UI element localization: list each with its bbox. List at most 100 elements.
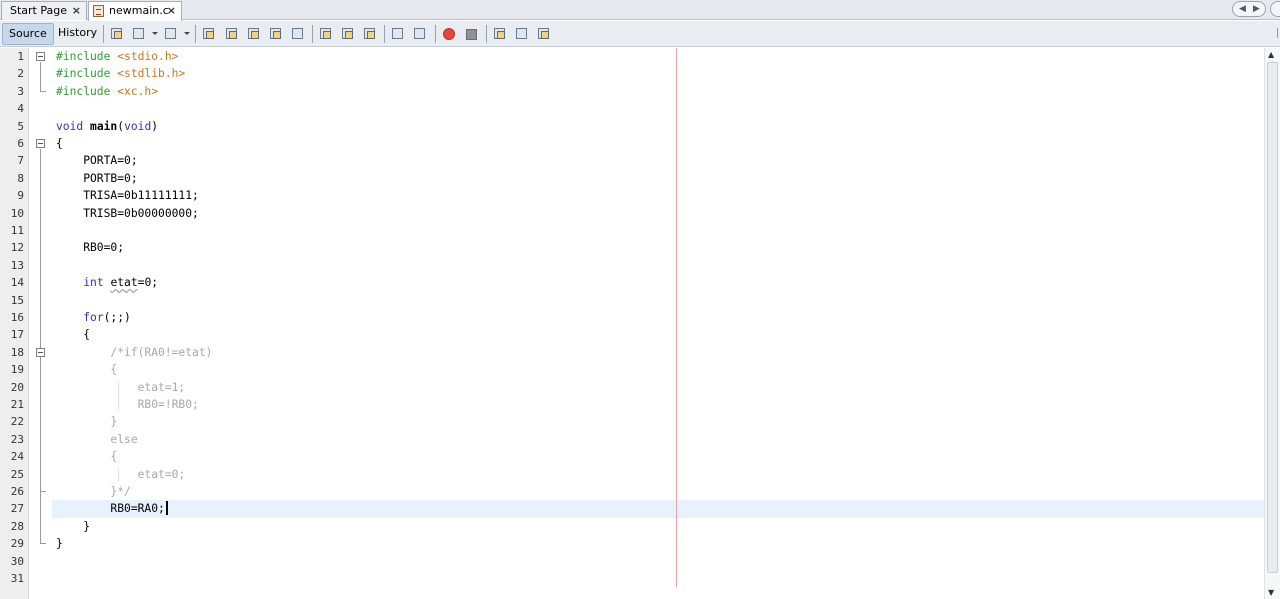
code-line[interactable]: { — [56, 448, 117, 465]
code-token: /*if(RA0!=etat) — [56, 345, 213, 359]
last-edit-icon[interactable] — [109, 26, 125, 42]
current-line-highlight — [52, 500, 1264, 518]
fold-toggle-icon[interactable] — [36, 52, 45, 61]
line-number: 14 — [10, 276, 24, 290]
code-line[interactable]: #include <xc.h> — [56, 83, 158, 100]
code-line[interactable]: void main(void) — [56, 118, 158, 135]
code-token: <stdio.h> — [117, 50, 179, 63]
code-token: etat=1; — [56, 380, 186, 394]
code-token: <xc.h> — [117, 84, 159, 98]
code-token: { — [56, 328, 91, 342]
code-line[interactable]: RB0=RA0; — [56, 500, 168, 517]
tab-label: Start Page — [10, 4, 67, 17]
source-tab[interactable]: Source — [2, 23, 54, 45]
code-line[interactable]: } — [56, 518, 90, 535]
toolbar-separator — [486, 25, 487, 43]
tab-scroll-left-icon[interactable]: ◀ — [1239, 4, 1246, 14]
previous-bookmark-icon[interactable] — [318, 26, 334, 42]
line-number: 30 — [10, 554, 24, 568]
shift-right-icon[interactable] — [412, 26, 428, 42]
tab-start-page[interactable]: Start Page × — [1, 1, 87, 20]
code-token: TRISA=0b11111111; — [56, 189, 199, 203]
code-line[interactable]: { — [56, 326, 90, 343]
code-token: int — [83, 276, 104, 290]
code-line[interactable]: } — [56, 413, 117, 430]
code-line[interactable]: } — [56, 535, 63, 552]
code-line[interactable]: int etat=0; — [56, 274, 158, 291]
line-number: 1 — [17, 50, 24, 63]
code-token: PORTB=0; — [56, 171, 138, 185]
toggle-rectangular-selection-icon[interactable] — [290, 26, 306, 42]
code-line[interactable]: TRISB=0b00000000; — [56, 205, 199, 222]
start-macro-recording-icon[interactable] — [443, 28, 455, 40]
fold-range-line — [40, 357, 41, 491]
forward-dropdown-icon[interactable] — [184, 32, 190, 35]
tab-scroll-right-icon[interactable]: ▶ — [1253, 4, 1260, 14]
code-line[interactable]: etat=0; — [56, 466, 186, 483]
forward-icon[interactable] — [163, 26, 179, 42]
shift-left-icon[interactable] — [390, 26, 406, 42]
line-number: 13 — [10, 258, 24, 272]
find-next-icon[interactable] — [246, 26, 262, 42]
code-line[interactable]: { — [56, 361, 117, 378]
code-line[interactable]: TRISA=0b11111111; — [56, 187, 199, 204]
code-line[interactable]: for(;;) — [56, 309, 131, 326]
line-number: 25 — [10, 467, 24, 481]
c-file-icon — [93, 5, 104, 17]
back-icon[interactable] — [131, 26, 147, 42]
line-number: 6 — [17, 137, 24, 150]
next-bookmark-icon[interactable] — [340, 26, 356, 42]
code-line[interactable]: { — [56, 135, 63, 152]
code-line[interactable]: #include <stdio.h> — [56, 48, 178, 65]
tab-close-icon[interactable]: × — [167, 2, 176, 19]
code-token: ) — [151, 119, 159, 133]
diff-icon[interactable] — [536, 26, 552, 42]
code-line[interactable]: }*/ — [56, 483, 130, 500]
scroll-up-icon[interactable]: ▲ — [1268, 50, 1274, 59]
code-line[interactable]: RB0=!RB0; — [56, 396, 199, 413]
scroll-down-icon[interactable]: ▼ — [1268, 588, 1274, 597]
code-token: } — [56, 537, 63, 551]
code-token: TRISB=0b00000000; — [56, 206, 199, 220]
code-folding-margin — [29, 48, 51, 599]
vertical-scrollbar[interactable]: ▲ ▼ — [1264, 48, 1280, 599]
code-line[interactable]: else — [56, 431, 137, 448]
code-token: (;;) — [103, 311, 131, 324]
code-token: { — [56, 363, 118, 377]
tab-newmain-c[interactable]: newmain.c × — [88, 1, 182, 21]
tab-close-icon[interactable]: × — [72, 2, 81, 19]
toolbar-separator — [435, 25, 436, 43]
tab-scroll-buttons[interactable]: ◀ ▶ — [1232, 1, 1266, 17]
line-number: 17 — [10, 328, 24, 342]
code-line[interactable]: PORTA=0; — [56, 152, 137, 169]
code-line[interactable]: etat=1; — [56, 379, 186, 396]
fold-toggle-icon[interactable] — [36, 139, 45, 148]
line-number: 5 — [17, 119, 24, 133]
code-line[interactable]: #include <stdlib.h> — [56, 65, 185, 82]
fold-toggle-icon[interactable] — [36, 347, 45, 357]
code-token: { — [56, 450, 118, 464]
code-token: main — [90, 119, 118, 133]
find-selection-icon[interactable] — [201, 26, 217, 42]
comment-icon[interactable] — [492, 26, 508, 42]
code-editor[interactable]: 1 2 3 4 5 6 7 8 9 10 11 12 13 14 15 16 17 18 19 20 21 22 23 24 2… — [0, 48, 1280, 599]
code-line[interactable]: PORTB=0; — [56, 170, 138, 187]
line-number: 12 — [10, 241, 24, 255]
code-line[interactable]: /*if(RA0!=etat) — [56, 344, 212, 361]
right-margin-guide — [676, 48, 677, 587]
toggle-bookmark-icon[interactable] — [362, 26, 378, 42]
scrollbar-thumb[interactable] — [1267, 62, 1278, 573]
stop-macro-recording-icon[interactable] — [466, 29, 477, 40]
history-tab[interactable]: History — [52, 23, 103, 45]
tab-list-button[interactable] — [1270, 1, 1280, 17]
code-token: etat=0; — [56, 467, 186, 481]
uncomment-icon[interactable] — [514, 26, 530, 42]
fold-end-marker — [40, 491, 46, 492]
code-line[interactable]: RB0=0; — [56, 239, 124, 256]
back-dropdown-icon[interactable] — [152, 32, 158, 35]
code-token: { — [56, 137, 63, 150]
toggle-highlight-icon[interactable] — [268, 26, 284, 42]
find-previous-icon[interactable] — [224, 26, 240, 42]
